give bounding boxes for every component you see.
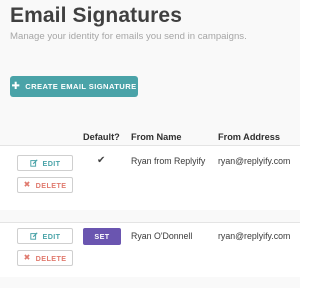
- edit-icon: [29, 159, 38, 167]
- column-header-from-name: From Name: [131, 132, 182, 142]
- edit-label: EDIT: [42, 158, 61, 168]
- edit-label: EDIT: [42, 231, 61, 241]
- edit-button[interactable]: EDIT: [17, 228, 73, 244]
- delete-label: DELETE: [35, 253, 67, 263]
- create-email-signature-button[interactable]: ✚ CREATE EMAIL SIGNATURE: [10, 76, 138, 97]
- edit-icon: [29, 232, 38, 240]
- plus-icon: ✚: [11, 80, 21, 92]
- set-default-button[interactable]: SET: [83, 228, 121, 245]
- delete-button[interactable]: ✖ DELETE: [17, 177, 73, 193]
- page-subtitle: Manage your identity for emails you send…: [10, 31, 247, 42]
- column-header-default: Default?: [83, 132, 120, 142]
- from-name: Ryan O'Donnell: [131, 231, 193, 241]
- from-address: ryan@replyify.com: [218, 156, 291, 166]
- default-check-icon: ✔: [97, 155, 106, 166]
- delete-label: DELETE: [35, 180, 67, 190]
- close-icon: ✖: [23, 180, 31, 189]
- column-header-from-address: From Address: [218, 132, 280, 142]
- create-email-signature-label: CREATE EMAIL SIGNATURE: [25, 82, 137, 91]
- edit-button[interactable]: EDIT: [17, 155, 73, 171]
- close-icon: ✖: [23, 253, 31, 262]
- delete-button[interactable]: ✖ DELETE: [17, 250, 73, 266]
- from-address: ryan@replyify.com: [218, 231, 291, 241]
- page-title: Email Signatures: [10, 4, 182, 27]
- page-header: Email Signatures Manage your identity fo…: [0, 0, 300, 118]
- from-name: Ryan from Replyify: [131, 156, 206, 166]
